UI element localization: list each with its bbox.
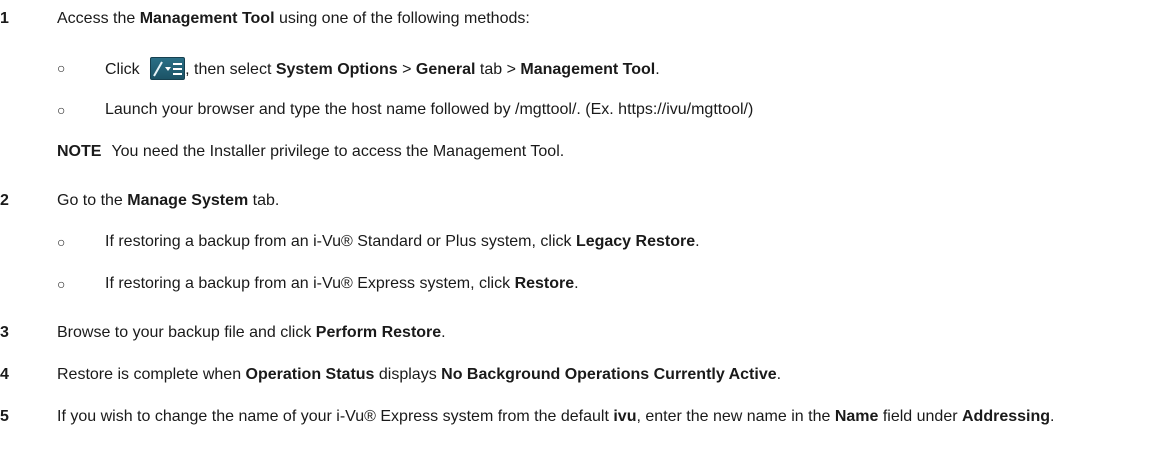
bold-term: No Background Operations Currently Activ… [441, 366, 777, 383]
text: Access the [57, 10, 140, 27]
step-text: Restore is complete when Operation Statu… [57, 364, 781, 386]
text: Go to the [57, 192, 128, 209]
text: If restoring a backup from an i-Vu® Expr… [105, 275, 515, 292]
step-text: If you wish to change the name of your i… [57, 406, 1157, 428]
bold-term: Manage System [127, 192, 249, 209]
bullet-icon: ○ [57, 102, 66, 118]
step-number: 2 [0, 192, 9, 209]
bullet-text: Launch your browser and type the host na… [105, 101, 754, 118]
bold-term: Addressing [962, 408, 1051, 425]
step-number: 5 [0, 408, 9, 425]
text: If restoring a backup from an i-Vu® Stan… [105, 233, 576, 250]
bold-term: General [415, 61, 476, 78]
text: Click [105, 61, 145, 78]
step-text: Go to the Manage System tab. [57, 190, 279, 212]
text: field under [878, 408, 962, 425]
step-text: Access the Management Tool using one of … [57, 8, 530, 30]
text: . [441, 324, 446, 341]
bold-term: Operation Status [245, 366, 375, 383]
note: NOTE You need the Installer privilege to … [57, 141, 564, 163]
bullet-text: If restoring a backup from an i-Vu® Expr… [105, 273, 579, 295]
text: , enter the new name in the [636, 408, 835, 425]
text: . [695, 233, 700, 250]
text: . [776, 366, 782, 383]
step-text: Browse to your backup file and click Per… [57, 322, 446, 344]
bold-term: Perform Restore [315, 324, 442, 341]
bold-term: System Options [275, 61, 398, 78]
step-number: 3 [0, 324, 9, 341]
bold-term: Management Tool [520, 61, 656, 78]
menu-icon[interactable] [150, 57, 186, 80]
bold-term: Management Tool [139, 10, 275, 27]
text: Restore is complete when [57, 366, 246, 383]
note-label: NOTE [57, 143, 102, 160]
text: Browse to your backup file and click [57, 324, 316, 341]
text: displays [374, 366, 442, 383]
bold-term: Name [834, 408, 879, 425]
bold-term: Restore [514, 275, 575, 292]
bullet-icon: ○ [57, 276, 66, 292]
text: tab. [248, 192, 280, 209]
bold-term: ivu [613, 408, 637, 425]
bullet-icon: ○ [57, 234, 66, 250]
note-text: You need the Installer privilege to acce… [111, 143, 565, 160]
bullet-text: Click , then select System Options > Gen… [105, 57, 660, 81]
step-number: 1 [0, 10, 9, 27]
text: using one of the following methods: [274, 10, 530, 27]
text: , then select [185, 61, 276, 78]
text: If you wish to change the name of your i… [57, 408, 614, 425]
text: > [397, 61, 416, 78]
step-number: 4 [0, 366, 9, 383]
text: . [655, 61, 660, 78]
text: tab > [475, 61, 521, 78]
document: 1 Access the Management Tool using one o… [0, 0, 1167, 463]
text: . [1050, 408, 1055, 425]
text: . [574, 275, 579, 292]
bullet-text: If restoring a backup from an i-Vu® Stan… [105, 231, 700, 253]
bullet-icon: ○ [57, 60, 66, 76]
bold-term: Legacy Restore [575, 233, 696, 250]
